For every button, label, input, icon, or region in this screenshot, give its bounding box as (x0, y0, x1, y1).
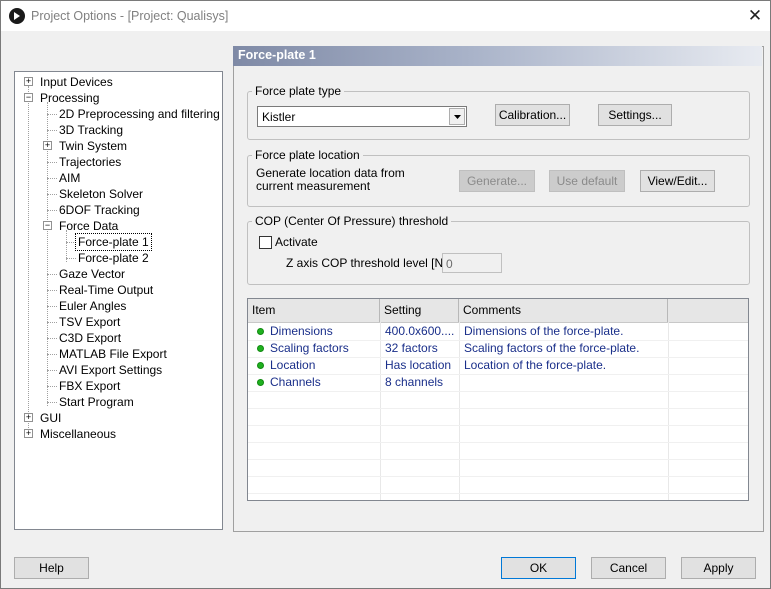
tree-item-twin-system[interactable]: Twin System (59, 138, 127, 154)
force-plate-type-select[interactable]: Kistler (257, 106, 467, 127)
project-options-window: Project Options - [Project: Qualisys] ✕ … (0, 0, 771, 589)
tree-item-tsv-export[interactable]: TSV Export (59, 314, 120, 330)
tree-item-2d-preprocessing[interactable]: 2D Preprocessing and filtering (59, 106, 220, 122)
use-default-button[interactable]: Use default (549, 170, 625, 192)
tree-item-force-plate-2[interactable]: Force-plate 2 (78, 250, 149, 266)
z-axis-threshold-input[interactable]: 0 (442, 253, 502, 273)
activate-label: Activate (275, 235, 318, 249)
chevron-down-icon[interactable] (449, 108, 465, 125)
z-axis-threshold-value: 0 (446, 257, 453, 271)
tree-item-c3d-export[interactable]: C3D Export (59, 330, 121, 346)
grid-cell-comment: Dimensions of the force-plate. (464, 324, 624, 338)
expand-plus-icon[interactable]: + (24, 429, 33, 438)
grid-cell-setting[interactable]: 32 factors (385, 340, 457, 357)
collapse-minus-icon[interactable]: − (43, 221, 52, 230)
status-ok-icon (257, 379, 264, 386)
expand-plus-icon[interactable]: + (43, 141, 52, 150)
grid-header-item[interactable]: Item (248, 299, 380, 322)
cop-threshold-title: COP (Center Of Pressure) threshold (252, 214, 452, 228)
tree-item-trajectories[interactable]: Trajectories (59, 154, 121, 170)
tree-item-real-time-output[interactable]: Real-Time Output (59, 282, 153, 298)
tree-item-force-data[interactable]: Force Data (59, 218, 118, 234)
grid-cell-item[interactable]: Location (270, 357, 315, 374)
tree-item-force-plate-1[interactable]: Force-plate 1 (75, 233, 152, 251)
expand-plus-icon[interactable]: + (24, 413, 33, 422)
ok-button[interactable]: OK (501, 557, 576, 579)
settings-button[interactable]: Settings... (598, 104, 672, 126)
apply-button[interactable]: Apply (681, 557, 756, 579)
tree-item-fbx-export[interactable]: FBX Export (59, 378, 120, 394)
force-plate-type-title: Force plate type (252, 84, 345, 98)
tree-item-gaze-vector[interactable]: Gaze Vector (59, 266, 125, 282)
tree-item-matlab-export[interactable]: MATLAB File Export (59, 346, 167, 362)
tree-item-gui[interactable]: GUI (40, 410, 61, 426)
collapse-minus-icon[interactable]: − (24, 93, 33, 102)
options-tree[interactable]: + − + − + + Input Devices Processing 2D … (14, 71, 223, 530)
tree-item-start-program[interactable]: Start Program (59, 394, 134, 410)
generate-button[interactable]: Generate... (459, 170, 535, 192)
tree-item-processing[interactable]: Processing (40, 90, 99, 106)
status-ok-icon (257, 362, 264, 369)
window-title: Project Options - [Project: Qualisys] (31, 9, 229, 23)
grid-cell-comment: Location of the force-plate. (464, 358, 607, 372)
tree-item-6dof-tracking[interactable]: 6DOF Tracking (59, 202, 140, 218)
close-icon[interactable]: ✕ (743, 4, 767, 28)
settings-grid[interactable]: Item Setting Comments Dimensions 400.0x6… (247, 298, 749, 501)
calibration-button[interactable]: Calibration... (495, 104, 570, 126)
tree-item-skeleton-solver[interactable]: Skeleton Solver (59, 186, 143, 202)
help-button[interactable]: Help (14, 557, 89, 579)
activate-checkbox[interactable] (259, 236, 272, 249)
tree-item-avi-export[interactable]: AVI Export Settings (59, 362, 162, 378)
tree-item-aim[interactable]: AIM (59, 170, 80, 186)
force-plate-location-title: Force plate location (252, 148, 363, 162)
grid-cell-setting[interactable]: 8 channels (385, 374, 457, 391)
expand-plus-icon[interactable]: + (24, 77, 33, 86)
tree-item-miscellaneous[interactable]: Miscellaneous (40, 426, 116, 442)
cancel-button[interactable]: Cancel (591, 557, 666, 579)
tree-connector (28, 86, 29, 434)
view-edit-button[interactable]: View/Edit... (640, 170, 715, 192)
location-description: Generate location data from current meas… (256, 166, 405, 193)
grid-cell-item[interactable]: Dimensions (270, 323, 333, 340)
force-plate-type-value: Kistler (262, 110, 296, 124)
z-axis-label: Z axis COP threshold level [N]: (286, 256, 450, 270)
tree-item-euler-angles[interactable]: Euler Angles (59, 298, 126, 314)
tree-item-input-devices[interactable]: Input Devices (40, 74, 113, 90)
grid-cell-setting[interactable]: 400.0x600.... (385, 323, 457, 340)
grid-cell-comment: Scaling factors of the force-plate. (464, 341, 640, 355)
panel-title: Force-plate 1 (238, 48, 316, 62)
title-bar: Project Options - [Project: Qualisys] ✕ (1, 1, 770, 31)
app-logo-icon (9, 8, 25, 24)
status-ok-icon (257, 345, 264, 352)
panel-header: Force-plate 1 (233, 46, 762, 66)
grid-cell-item[interactable]: Scaling factors (270, 340, 349, 357)
grid-cell-setting[interactable]: Has location (385, 357, 457, 374)
grid-cell-item[interactable]: Channels (270, 374, 321, 391)
grid-header: Item Setting Comments (248, 299, 748, 323)
grid-header-setting[interactable]: Setting (380, 299, 459, 322)
tree-item-3d-tracking[interactable]: 3D Tracking (59, 122, 123, 138)
grid-header-comments[interactable]: Comments (459, 299, 668, 322)
status-ok-icon (257, 328, 264, 335)
